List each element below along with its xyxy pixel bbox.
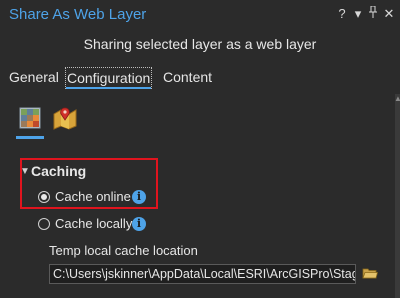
cache-online-option[interactable]: Cache online i xyxy=(38,189,158,207)
tab-strip: General Configuration Content xyxy=(0,67,400,89)
close-icon[interactable]: ✕ xyxy=(383,6,395,22)
tab-general[interactable]: General xyxy=(9,67,59,87)
tab-configuration[interactable]: Configuration xyxy=(65,67,153,89)
pin-icon[interactable] xyxy=(367,5,379,22)
layers-config-icon xyxy=(19,107,41,129)
map-config-button[interactable] xyxy=(52,106,77,130)
cache-locally-label: Cache locally xyxy=(55,216,133,231)
vertical-scrollbar[interactable] xyxy=(395,94,400,298)
cache-locally-option[interactable]: Cache locally i xyxy=(38,216,158,234)
help-icon[interactable]: ? xyxy=(336,6,348,22)
folder-icon xyxy=(362,268,379,279)
cache-online-label: Cache online xyxy=(55,189,131,204)
pin-glyph xyxy=(369,5,377,18)
configuration-icon-bar xyxy=(16,106,106,146)
cache-locally-info-icon[interactable]: i xyxy=(132,217,146,231)
cache-locally-radio[interactable] xyxy=(38,218,50,230)
cache-online-radio[interactable] xyxy=(38,191,50,203)
scroll-up-arrow-icon[interactable]: ▲ xyxy=(394,94,400,103)
radio-selected-dot xyxy=(41,194,47,200)
selected-icon-indicator xyxy=(16,136,44,139)
layers-config-button[interactable] xyxy=(16,106,44,139)
active-tab-indicator xyxy=(66,87,152,89)
options-dropdown-icon[interactable]: ▾ xyxy=(352,6,364,22)
tab-configuration-label: Configuration xyxy=(67,70,151,86)
browse-folder-button[interactable] xyxy=(362,266,379,280)
tab-content[interactable]: Content xyxy=(163,67,212,87)
cache-online-info-icon[interactable]: i xyxy=(132,190,146,204)
title-bar: Share As Web Layer ? ▾ ✕ xyxy=(0,0,400,30)
temp-cache-location-input[interactable]: C:\Users\jskinner\AppData\Local\ESRI\Arc… xyxy=(49,264,356,284)
window-title: Share As Web Layer xyxy=(9,6,147,23)
temp-cache-location-label: Temp local cache location xyxy=(49,243,198,258)
pane-subtitle: Sharing selected layer as a web layer xyxy=(83,36,317,52)
map-config-icon xyxy=(53,107,77,130)
